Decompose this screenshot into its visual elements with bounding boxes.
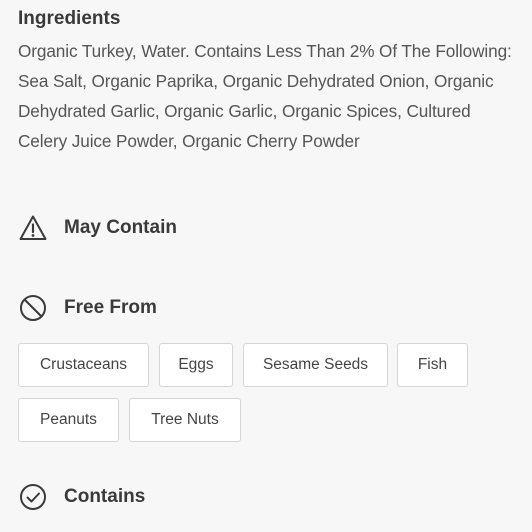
- free-from-tag: Tree Nuts: [129, 398, 241, 442]
- free-from-tag: Crustaceans: [18, 343, 149, 387]
- ingredients-text: Organic Turkey, Water. Contains Less Tha…: [18, 41, 512, 151]
- prohibited-icon: [18, 293, 48, 323]
- may-contain-label: May Contain: [64, 217, 177, 238]
- may-contain-section: May Contain: [18, 213, 177, 243]
- free-from-tag: Peanuts: [18, 398, 119, 442]
- contains-section: Contains: [18, 482, 145, 512]
- check-circle-icon: [18, 482, 48, 512]
- contains-label: Contains: [64, 486, 146, 507]
- free-from-section: Free From: [18, 293, 157, 323]
- ingredients-heading: Ingredients: [18, 8, 121, 29]
- free-from-tag: Eggs: [159, 343, 233, 387]
- free-from-tag: Sesame Seeds: [243, 343, 388, 387]
- free-from-tag: Fish: [397, 343, 468, 387]
- free-from-label: Free From: [64, 297, 157, 318]
- warning-triangle-icon: [18, 213, 48, 243]
